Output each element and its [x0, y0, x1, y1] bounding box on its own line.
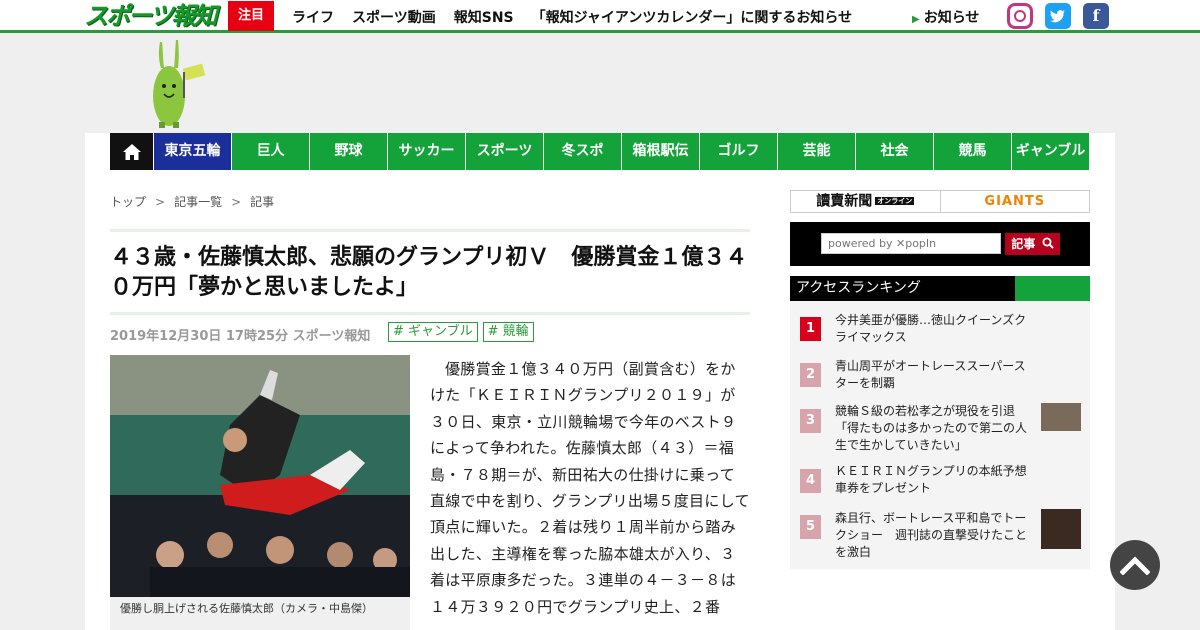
article-title: ４３歳・佐藤慎太郎、悲願のグランプリ初Ｖ 優勝賞金１億３４０万円「夢かと思いまし… [110, 245, 748, 300]
nav-gamble[interactable]: ギャンブル [1012, 133, 1089, 170]
rank-thumbnail[interactable] [1041, 509, 1081, 549]
nav-baseball[interactable]: 野球 [310, 133, 387, 170]
yomiuri-giants-banner[interactable]: 讀賣新聞 オンライン GIANTS [790, 190, 1090, 213]
facebook-icon[interactable]: f [1083, 3, 1109, 29]
rank-title[interactable]: 競輪Ｓ級の若松孝之が現役を引退「得たものは多かったので第二の人生で生かしていきた… [835, 403, 1035, 454]
rank-title[interactable]: 森且行、ボートレース平和島でトークショー 週刊誌の直撃受けたことを激白 [835, 510, 1035, 561]
chevron-up-icon [1120, 556, 1150, 575]
breadcrumb: トップ > 記事一覧 > 記事 [110, 193, 274, 210]
nav-tokyo-olympics[interactable]: 東京五輪 [154, 133, 231, 170]
rank-number: 4 [800, 469, 821, 493]
site-logo[interactable]: スポーツ報知 [84, 2, 218, 30]
article-meta: 2019年12月30日 17時25分 スポーツ報知 [110, 325, 370, 344]
notice-label: お知らせ [923, 10, 980, 26]
top-nav-hochi-sns[interactable]: 報知SNS [454, 7, 514, 27]
ranking-header-accent [1015, 276, 1090, 301]
search-area: 記事 [790, 222, 1090, 266]
nav-golf[interactable]: ゴルフ [700, 133, 777, 170]
ranking-title: アクセスランキング [796, 280, 921, 296]
article-source: スポーツ報知 [292, 329, 371, 344]
yomiuri-online-label: オンライン [875, 197, 915, 205]
home-icon[interactable] [110, 133, 153, 170]
nav-horse-racing[interactable]: 競馬 [934, 133, 1011, 170]
nav-society[interactable]: 社会 [856, 133, 933, 170]
search-button-label: 記事 [1011, 237, 1036, 251]
rank-number: 1 [800, 317, 821, 341]
article-title-box: ４３歳・佐藤慎太郎、悲願のグランプリ初Ｖ 優勝賞金１億３４０万円「夢かと思いまし… [110, 229, 750, 315]
rank-title[interactable]: 今井美亜が優勝…徳山クイーンズクライマックス [835, 312, 1035, 346]
nav-giants[interactable]: 巨人 [232, 133, 309, 170]
article-date: 2019年12月30日 17時25分 [110, 329, 289, 344]
nav-hakone-ekiden[interactable]: 箱根駅伝 [622, 133, 699, 170]
rank-thumbnail[interactable] [1041, 403, 1081, 431]
nav-entertainment[interactable]: 芸能 [778, 133, 855, 170]
rank-title[interactable]: 青山周平がオートレーススーパースターを制覇 [835, 358, 1035, 392]
article-tags: # ギャンブル # 競輪 [388, 322, 539, 342]
twitter-icon[interactable] [1045, 3, 1071, 29]
nav-soccer[interactable]: サッカー [388, 133, 465, 170]
nav-sports[interactable]: スポーツ [466, 133, 543, 170]
rank-title[interactable]: ＫＥＩＲＩＮグランプリの本紙予想車券をプレゼント [835, 463, 1035, 497]
main-nav: 東京五輪 巨人 野球 サッカー スポーツ 冬スポ 箱根駅伝 ゴルフ 芸能 社会 … [110, 133, 1089, 170]
breadcrumb-top[interactable]: トップ [110, 195, 146, 209]
mascot-illustration [153, 40, 206, 128]
attention-badge[interactable]: 注目 [228, 1, 274, 31]
breadcrumb-article: 記事 [250, 195, 275, 209]
search-button[interactable]: 記事 [1005, 233, 1060, 255]
top-nav-calendar-notice[interactable]: 「報知ジャイアンツカレンダー」に関するお知らせ [532, 7, 852, 27]
triangle-right-icon: ▶ [912, 14, 920, 25]
ranking-list: 1 今井美亜が優勝…徳山クイーンズクライマックス 2 青山周平がオートレーススー… [790, 301, 1090, 569]
scroll-to-top-button[interactable] [1110, 540, 1160, 590]
article-body: 優勝賞金１億３４０万円（副賞含む）をかけた「ＫＥＩＲＩＮグランプリ２０１９」が３… [430, 360, 750, 616]
giants-logo[interactable]: GIANTS [941, 191, 1090, 212]
rank-number: 5 [800, 515, 821, 539]
tag-gamble[interactable]: # ギャンブル [388, 322, 478, 342]
article-photo[interactable] [110, 355, 410, 597]
top-nav-life[interactable]: ライフ [292, 7, 334, 27]
search-icon [1042, 237, 1054, 249]
photo-caption: 優勝し胴上げされる佐藤慎太郎（カメラ・中島傑） [110, 597, 410, 630]
rank-number: 3 [800, 409, 821, 433]
top-nav-sports-video[interactable]: スポーツ動画 [352, 7, 436, 27]
notice-link[interactable]: ▶ お知らせ [912, 7, 979, 27]
rank-number: 2 [800, 363, 821, 387]
tag-keirin[interactable]: # 競輪 [482, 322, 534, 342]
top-bar: スポーツ報知 注目 ライフ スポーツ動画 報知SNS 「報知ジャイアンツカレンダ… [0, 0, 1200, 33]
yomiuri-online-logo[interactable]: 讀賣新聞 オンライン [791, 191, 941, 212]
breadcrumb-article-list[interactable]: 記事一覧 [174, 195, 222, 209]
yomiuri-logo-text: 讀賣新聞 [816, 193, 873, 210]
nav-winter-sports[interactable]: 冬スポ [544, 133, 621, 170]
breadcrumb-separator: > [155, 195, 166, 209]
top-nav: ライフ スポーツ動画 報知SNS 「報知ジャイアンツカレンダー」に関するお知らせ [292, 0, 870, 33]
search-input[interactable] [821, 233, 1001, 254]
breadcrumb-separator: > [231, 195, 242, 209]
instagram-icon[interactable] [1007, 3, 1033, 29]
ranking-header: アクセスランキング [790, 276, 1090, 301]
